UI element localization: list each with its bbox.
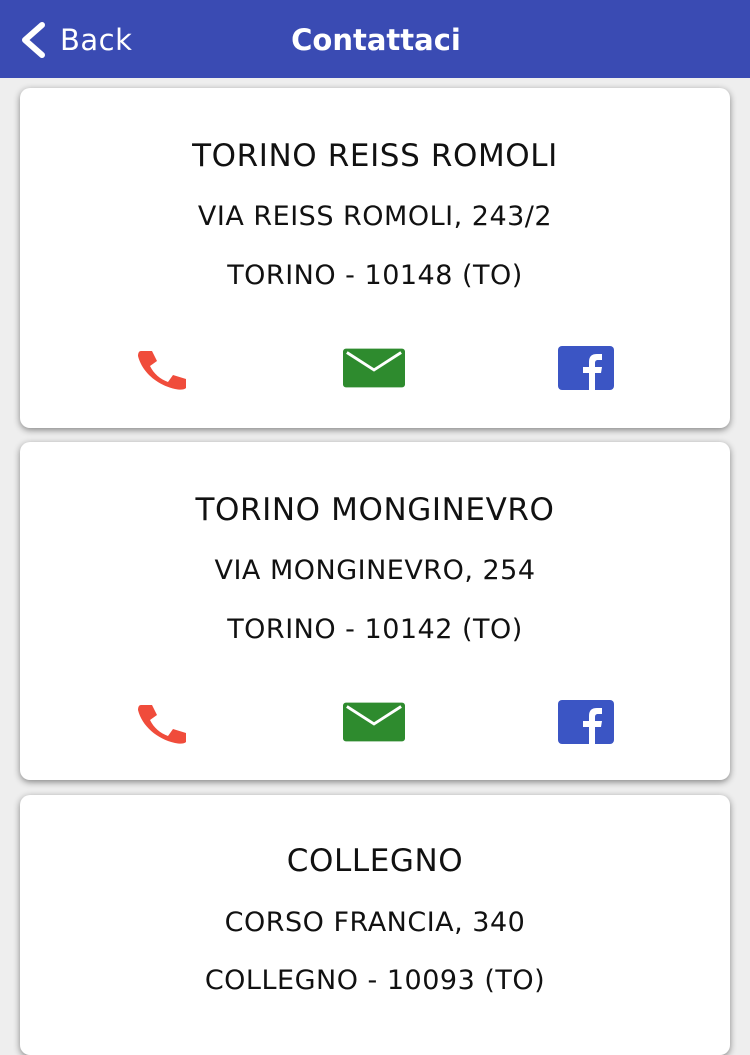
location-city: COLLEGNO - 10093 (TO) <box>204 965 546 996</box>
location-card: TORINO MONGINEVRO VIA MONGINEVRO, 254 TO… <box>20 442 730 780</box>
page-title-text: Contattaci <box>291 23 461 57</box>
location-street: VIA REISS ROMOLI, 243/2 <box>197 201 553 232</box>
facebook-icon <box>558 346 614 390</box>
back-label: Back <box>60 23 133 57</box>
back-button[interactable]: Back <box>18 20 132 60</box>
phone-icon <box>138 351 186 390</box>
location-street: CORSO FRANCIA, 340 <box>224 907 526 938</box>
chevron-left-icon <box>22 22 45 58</box>
location-name: TORINO REISS ROMOLI <box>192 138 558 174</box>
location-city: TORINO - 10148 (TO) <box>227 260 523 291</box>
location-name: COLLEGNO <box>286 843 464 879</box>
mail-icon <box>343 702 405 742</box>
location-street: VIA MONGINEVRO, 254 <box>214 555 536 586</box>
facebook-button[interactable] <box>555 698 617 746</box>
location-card: TORINO REISS ROMOLI VIA REISS ROMOLI, 24… <box>20 88 730 428</box>
location-city: TORINO - 10142 (TO) <box>227 614 523 645</box>
email-button[interactable] <box>343 344 405 392</box>
navigation-bar: Back Contattaci <box>0 0 750 78</box>
facebook-icon <box>558 700 614 744</box>
location-name: TORINO MONGINEVRO <box>195 492 555 528</box>
phone-icon <box>138 705 186 744</box>
facebook-button[interactable] <box>555 344 617 392</box>
location-card: COLLEGNO CORSO FRANCIA, 340 COLLEGNO - 1… <box>20 795 730 1055</box>
call-button[interactable] <box>133 344 195 392</box>
email-button[interactable] <box>343 698 405 746</box>
call-button[interactable] <box>133 698 195 746</box>
mail-icon <box>343 348 405 388</box>
